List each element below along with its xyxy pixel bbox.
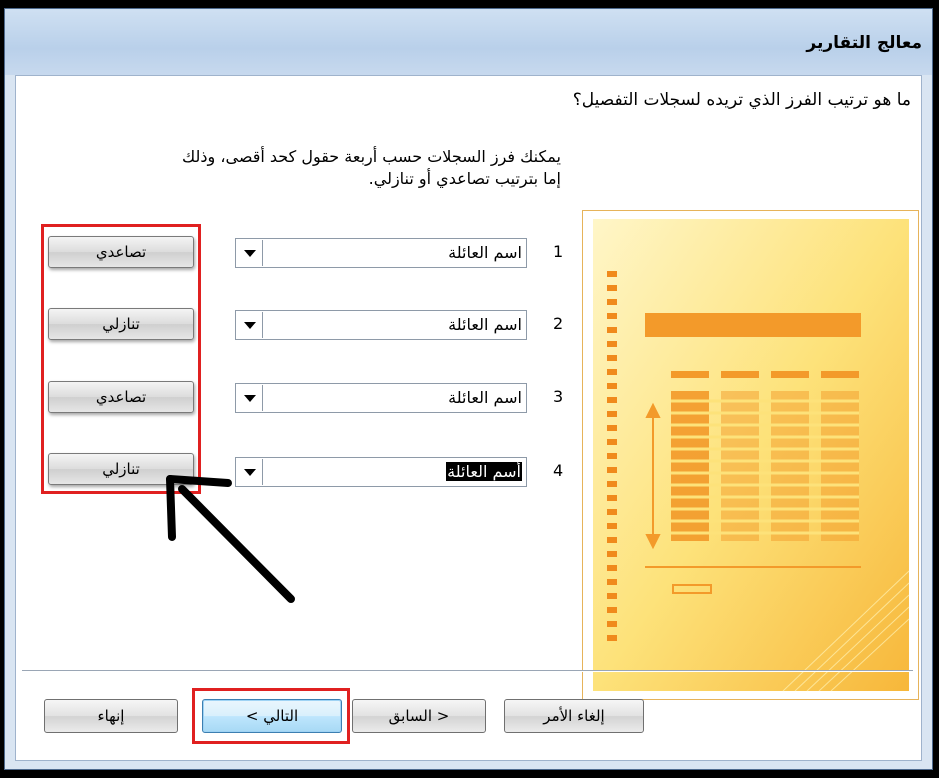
back-button[interactable]: < السابق <box>352 699 486 733</box>
report-preview-image <box>582 210 919 700</box>
highlight-order-buttons <box>41 224 201 494</box>
sort-field-combo-1[interactable]: اسم العائلة <box>235 238 527 268</box>
sort-field-combo-3[interactable]: اسم العائلة <box>235 383 527 413</box>
button-divider <box>22 670 913 672</box>
description-line-2: إما بترتيب تصاعدي أو تنازلي. <box>368 169 561 188</box>
sort-field-value: اسم العائلة <box>448 388 522 407</box>
highlight-next-button <box>192 688 350 744</box>
dropdown-button[interactable] <box>237 312 263 338</box>
report-preview-graphic <box>593 219 910 692</box>
wizard-content: ما هو ترتيب الفرز الذي تريده لسجلات التف… <box>15 75 922 761</box>
dropdown-button[interactable] <box>237 240 263 266</box>
description-line-1: يمكنك فرز السجلات حسب أربعة حقول كحد أقص… <box>182 147 561 166</box>
chevron-down-icon <box>244 250 256 257</box>
sort-field-value-selected: أسم العائلة <box>446 462 522 481</box>
sort-row-number: 1 <box>553 242 564 261</box>
dropdown-button[interactable] <box>237 385 263 411</box>
chevron-down-icon <box>244 395 256 402</box>
screenshot-frame: معالج التقارير ما هو ترتيب الفرز الذي تر… <box>0 0 939 778</box>
sort-row-number: 4 <box>553 461 564 480</box>
cancel-button[interactable]: إلغاء الأمر <box>504 699 644 733</box>
sort-field-value: اسم العائلة <box>448 315 522 334</box>
sort-row-number: 3 <box>553 387 564 406</box>
sort-row-number: 2 <box>553 314 564 333</box>
sort-field-combo-2[interactable]: اسم العائلة <box>235 310 527 340</box>
title-bar: معالج التقارير <box>5 9 932 75</box>
sort-field-value: اسم العائلة <box>448 243 522 262</box>
sort-description: يمكنك فرز السجلات حسب أربعة حقول كحد أقص… <box>61 146 561 190</box>
finish-button[interactable]: إنهاء <box>44 699 178 733</box>
annotation-arrow-icon <box>166 475 295 603</box>
report-wizard-window: معالج التقارير ما هو ترتيب الفرز الذي تر… <box>4 8 933 770</box>
chevron-down-icon <box>244 322 256 329</box>
window-title: معالج التقارير <box>806 33 922 53</box>
sort-question: ما هو ترتيب الفرز الذي تريده لسجلات التف… <box>572 90 911 110</box>
